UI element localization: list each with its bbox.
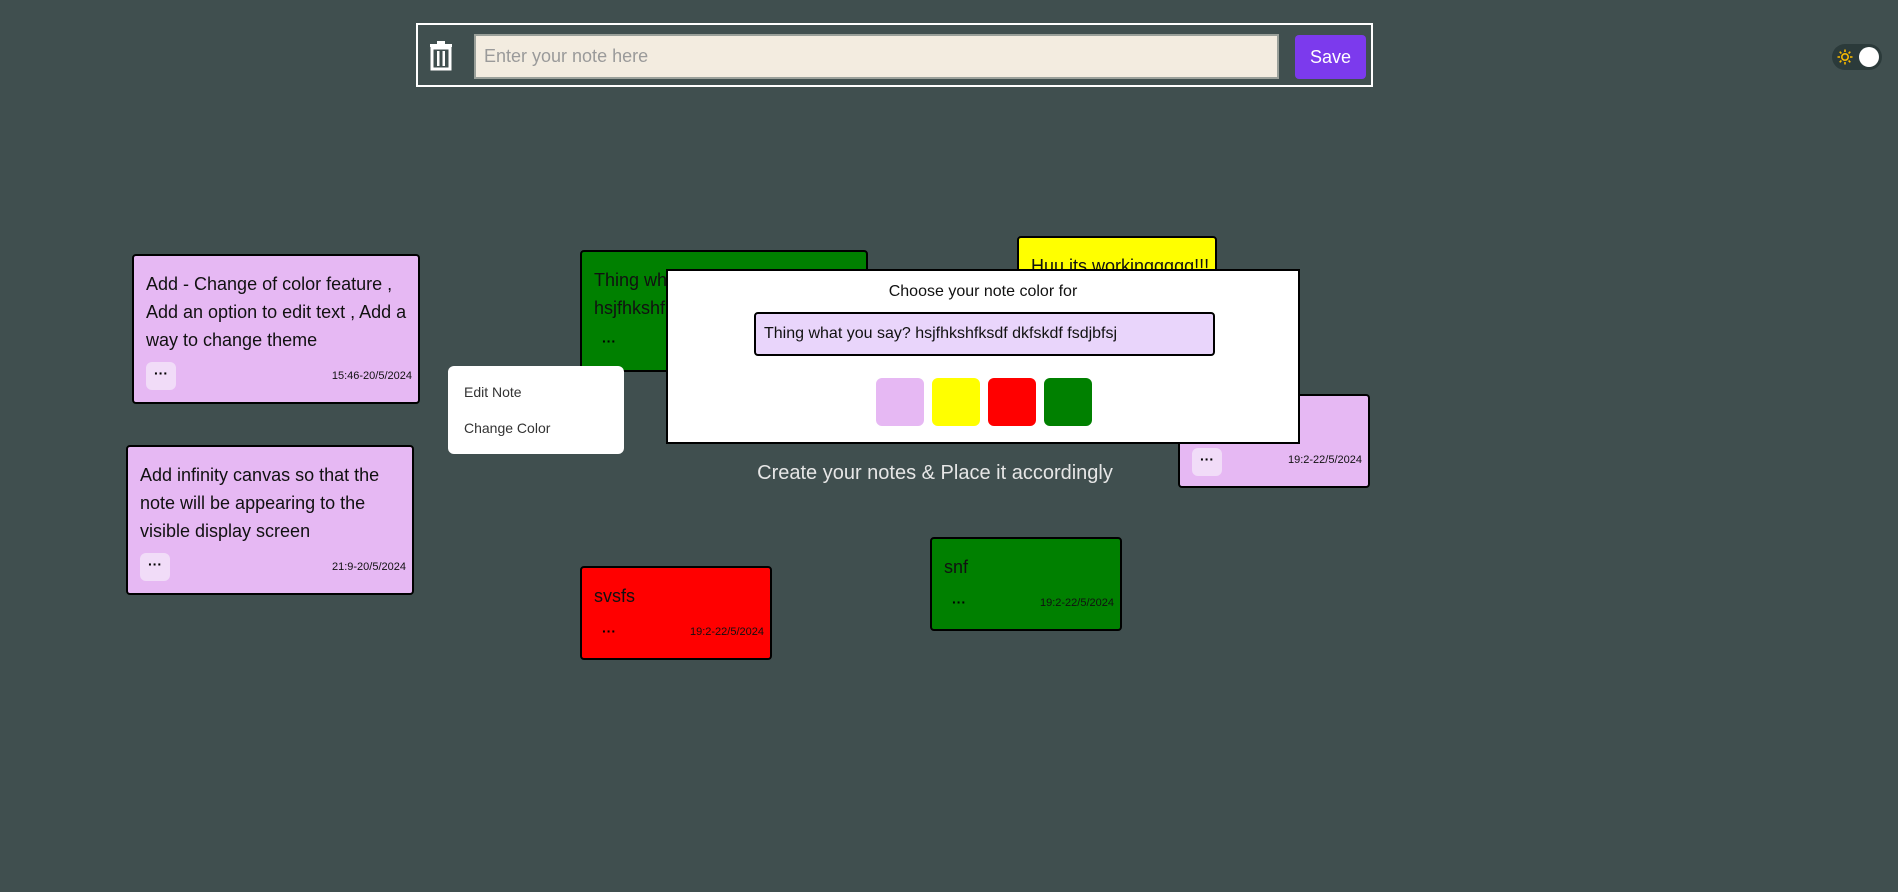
note-text-input[interactable]: [474, 34, 1279, 79]
note-menu-button[interactable]: ···: [140, 553, 170, 581]
note-date: 19:2-22/5/2024: [689, 626, 764, 638]
note-text: svsfs: [594, 586, 636, 606]
note-menu-button[interactable]: ···: [594, 330, 624, 358]
note-context-menu: Edit Note Change Color: [448, 366, 624, 454]
dialog-title: Choose your note color for: [888, 283, 1078, 300]
note-preview: Thing what you say? hsjfhkshfksdf dkfskd…: [754, 312, 1215, 356]
color-swatch-green[interactable]: [1044, 378, 1092, 426]
note-text: snf: [944, 557, 969, 577]
note-menu-button[interactable]: ···: [146, 362, 176, 390]
note-date: 19:2-22/5/2024: [1039, 597, 1114, 609]
save-button[interactable]: Save: [1295, 35, 1366, 79]
color-picker-dialog: Choose your note color for Thing what yo…: [666, 269, 1300, 444]
note-menu-button[interactable]: ···: [594, 620, 624, 648]
trash-icon[interactable]: [426, 39, 456, 71]
color-swatch-red[interactable]: [988, 378, 1036, 426]
note-card[interactable]: Add - Change of color feature , Add an o…: [132, 254, 420, 404]
note-card[interactable]: snf ··· 19:2-22/5/2024: [930, 537, 1122, 631]
color-swatch-yellow[interactable]: [932, 378, 980, 426]
theme-toggle[interactable]: [1832, 44, 1882, 70]
note-menu-button[interactable]: ···: [944, 591, 974, 619]
menu-item-change-color[interactable]: Change Color: [464, 420, 550, 436]
note-date: 15:46-20/5/2024: [331, 370, 412, 382]
menu-item-edit-note[interactable]: Edit Note: [464, 384, 522, 400]
note-date: 21:9-20/5/2024: [331, 561, 406, 573]
tagline: Create your notes & Place it accordingly: [757, 462, 1113, 484]
note-text-line: Thing wh: [594, 270, 668, 290]
color-swatch-pink[interactable]: [876, 378, 924, 426]
sun-icon: [1837, 49, 1853, 65]
note-card[interactable]: svsfs ··· 19:2-22/5/2024: [580, 566, 772, 660]
note-text: Add - Change of color feature , Add an o…: [146, 274, 407, 350]
note-text-line: hsjfhkshf: [594, 298, 666, 318]
note-input-bar: Save: [416, 23, 1373, 87]
toggle-knob: [1859, 47, 1879, 67]
